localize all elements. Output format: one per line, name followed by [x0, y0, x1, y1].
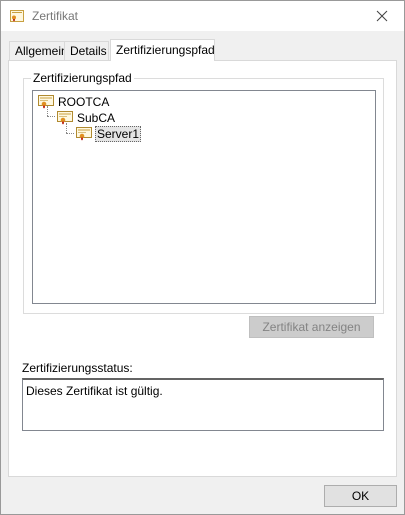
tree-node-label: SubCA — [77, 110, 116, 125]
certification-status-label: Zertifizierungsstatus: — [22, 361, 133, 375]
certification-path-tree[interactable]: ROOTCA SubCA Server1 — [32, 90, 376, 304]
ok-button[interactable]: OK — [324, 485, 397, 507]
tree-connector — [66, 133, 74, 134]
tab-label: Allgemein — [15, 44, 68, 58]
certificate-icon — [57, 110, 73, 125]
certification-path-label: Zertifizierungspfad — [31, 71, 134, 85]
close-icon — [376, 10, 388, 22]
tab-allgemein[interactable]: Allgemein — [9, 41, 68, 60]
tree-connector — [47, 116, 55, 117]
certificate-icon — [10, 10, 24, 22]
window-title: Zertifikat — [32, 9, 79, 23]
view-certificate-button[interactable]: Zertifikat anzeigen — [249, 316, 374, 338]
certificate-icon — [76, 126, 92, 141]
close-button[interactable] — [360, 1, 404, 31]
tab-details[interactable]: Details — [64, 41, 109, 60]
tab-label: Details — [70, 44, 107, 58]
tree-node-label: Server1 — [95, 125, 142, 142]
certification-status-text: Dieses Zertifikat ist gültig. — [26, 384, 163, 398]
tree-node-server1[interactable]: Server1 — [76, 125, 142, 142]
tab-label: Zertifizierungspfad — [116, 43, 215, 57]
tree-node-label: ROOTCA — [58, 94, 110, 109]
certificate-dialog: Zertifikat Allgemein Details Zertifizier… — [0, 0, 405, 515]
tree-node-subca[interactable]: SubCA — [57, 109, 116, 126]
title-bar: Zertifikat — [1, 1, 404, 31]
tab-zertifizierungspfad[interactable]: Zertifizierungspfad — [110, 39, 215, 61]
certificate-icon — [38, 94, 54, 109]
certification-status-box[interactable]: Dieses Zertifikat ist gültig. — [22, 378, 384, 431]
tree-node-rootca[interactable]: ROOTCA — [38, 93, 110, 110]
